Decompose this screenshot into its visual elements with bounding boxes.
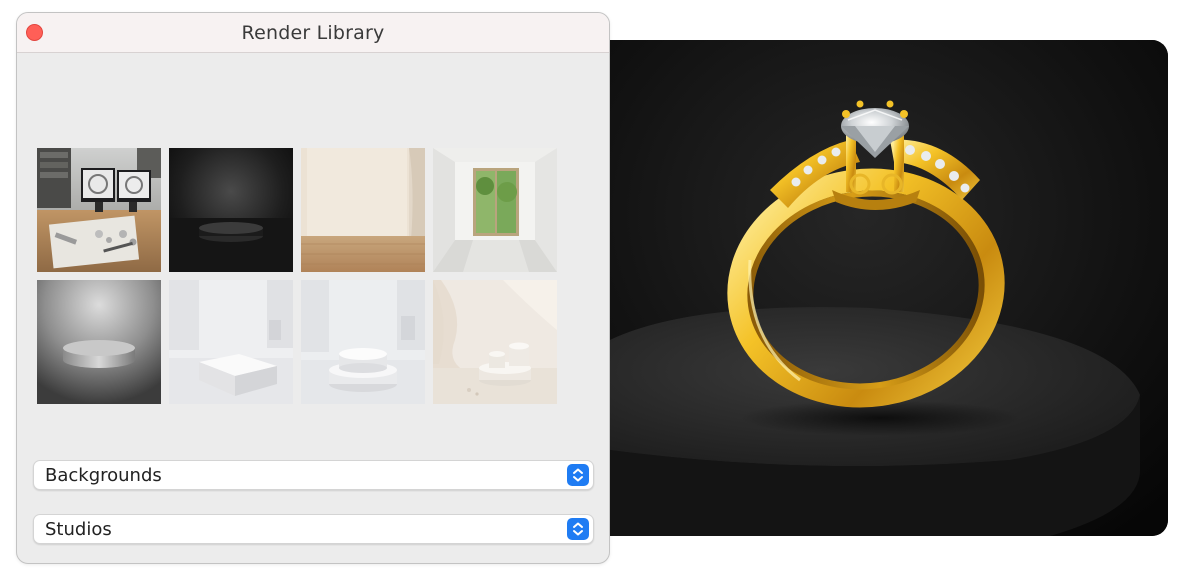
thumbnail-metal-disc[interactable] [37, 280, 161, 404]
thumbnail-window-room[interactable] [433, 148, 557, 272]
thumbnail-white-cube[interactable] [169, 280, 293, 404]
thumbnail-cream-room[interactable] [301, 148, 425, 272]
screen: Render Library Backgrounds Studios [0, 0, 1197, 574]
thumbnail-dark-podium[interactable] [169, 148, 293, 272]
render-library-panel: Render Library Backgrounds Studios [16, 12, 610, 564]
thumbnail-stacked-podium[interactable] [301, 280, 425, 404]
updown-chevron-icon[interactable] [567, 464, 589, 486]
backgrounds-select-value: Backgrounds [45, 465, 162, 486]
updown-chevron-icon[interactable] [567, 518, 589, 540]
studios-select[interactable]: Studios [33, 514, 594, 544]
render-preview [610, 40, 1168, 536]
backgrounds-select[interactable]: Backgrounds [33, 460, 594, 490]
thumbnail-jewelry-workspace[interactable] [37, 148, 161, 272]
studios-select-value: Studios [45, 519, 112, 540]
titlebar[interactable]: Render Library [17, 13, 609, 53]
thumbnail-cream-drapery[interactable] [433, 280, 557, 404]
window-title: Render Library [241, 22, 385, 44]
